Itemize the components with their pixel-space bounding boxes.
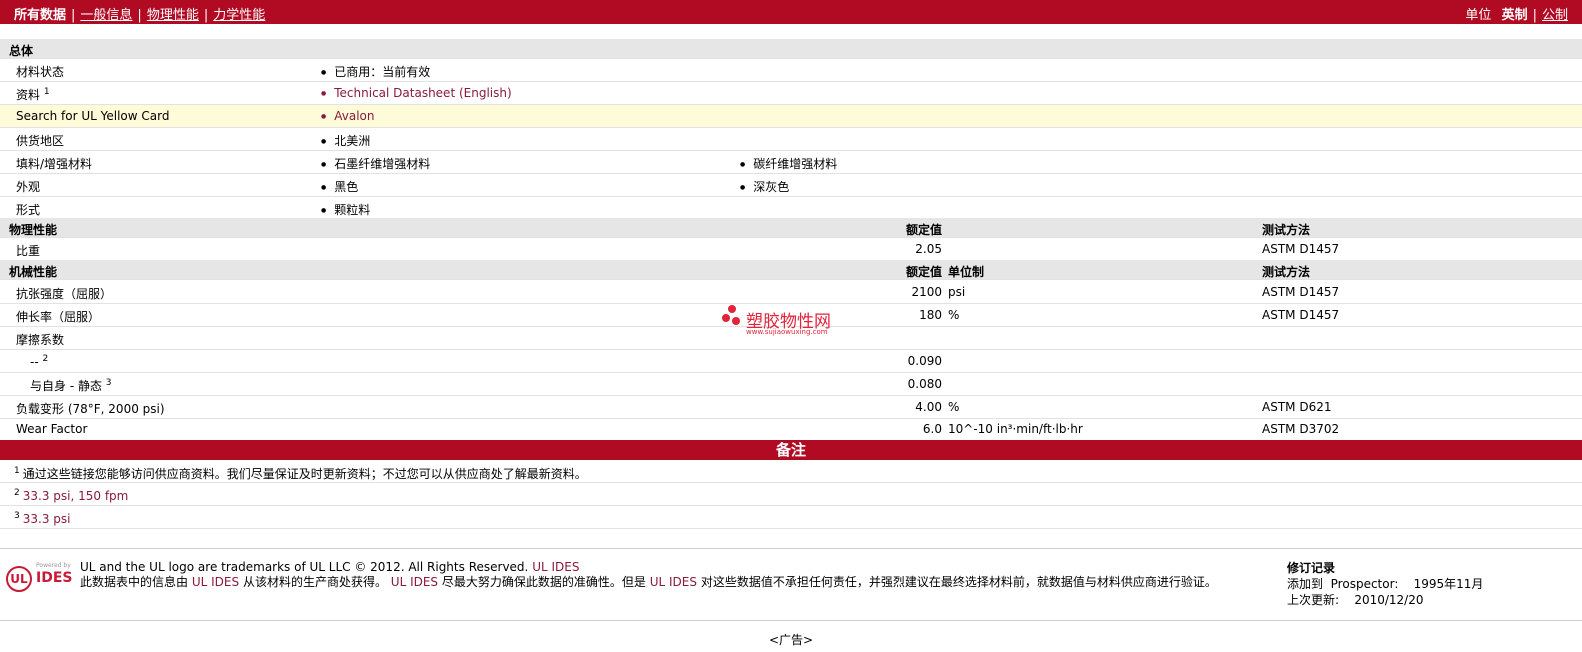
row-test: ASTM D3702: [1262, 422, 1340, 436]
row-appearance: 外观 黑色 深灰色: [0, 174, 1582, 197]
row-test: ASTM D1457: [1262, 242, 1340, 256]
col-header-value: 额定值: [905, 265, 942, 279]
col-header-test: 测试方法: [1262, 265, 1311, 279]
section-title: 物理性能: [9, 223, 58, 237]
revision-title: 修订记录: [1287, 561, 1336, 575]
row-value: 颗粒料: [321, 201, 370, 218]
tab-all-data[interactable]: 所有数据: [14, 8, 66, 23]
note-item: 2 33.3 psi, 150 fpm: [0, 483, 1582, 506]
row-friction-sub-2: 与自身 - 静态 3 0.080: [0, 373, 1582, 396]
row-label: 伸长率（屈服）: [16, 310, 101, 324]
ul-ides-logo: UL Powered by IDES: [6, 562, 72, 596]
section-general-header: 总体: [0, 39, 1582, 59]
units-label: 单位: [1465, 8, 1492, 23]
watermark-dots-icon: [722, 305, 742, 331]
row-value: 碳纤维增强材料: [740, 155, 837, 172]
row-unit: psi: [948, 285, 966, 299]
footnote-ref: 2: [42, 354, 49, 364]
row-friction-sub-1: -- 2 0.090: [0, 350, 1582, 373]
top-nav-bar: 所有数据 | 一般信息 | 物理性能 | 力学性能 单位 英制 | 公制: [0, 0, 1582, 24]
row-value: 2100: [911, 285, 942, 299]
row-label: -- 2: [30, 354, 49, 369]
ul-logo-icon: UL: [6, 566, 32, 592]
tab-physical[interactable]: 物理性能: [147, 8, 199, 23]
row-label: 填料/增强材料: [16, 157, 93, 171]
row-supply-region: 供货地区 北美洲: [0, 128, 1582, 151]
row-specific-gravity: 比重 2.05 ASTM D1457: [0, 238, 1582, 261]
tab-mechanical[interactable]: 力学性能: [213, 8, 265, 23]
section-title: 总体: [9, 44, 34, 58]
footer-divider: [0, 620, 1582, 621]
row-value: 石墨纤维增强材料: [321, 155, 430, 172]
row-label: 供货地区: [16, 134, 65, 148]
section-mechanical-header: 机械性能 额定值 单位制 测试方法: [0, 260, 1582, 280]
row-unit: %: [948, 308, 960, 322]
section-physical-header: 物理性能 额定值 测试方法: [0, 218, 1582, 238]
ul-ides-link[interactable]: UL IDES: [532, 560, 579, 574]
row-ul-yellow-card: Search for UL Yellow Card Avalon: [0, 105, 1582, 128]
row-label: 外观: [16, 180, 41, 194]
note-number: 2: [14, 488, 20, 498]
note-item: 3 33.3 psi: [0, 506, 1582, 529]
row-filler: 填料/增强材料 石墨纤维增强材料 碳纤维增强材料: [0, 151, 1582, 174]
col-header-value: 额定值: [905, 223, 942, 237]
row-unit: 10^-10 in³·min/ft·lb·hr: [948, 422, 1083, 436]
note-text: 33.3 psi: [22, 512, 71, 526]
row-value: 0.080: [907, 377, 942, 391]
row-value: 北美洲: [321, 132, 370, 149]
row-test: ASTM D1457: [1262, 308, 1340, 322]
note-item: 1 通过这些链接您能够访问供应商资料。我们尽量保证及时更新资料；不过您可以从供应商…: [0, 460, 1582, 483]
ad-placeholder: <广告>: [768, 633, 814, 647]
row-label: 材料状态: [16, 65, 65, 79]
row-value: 6.0: [922, 422, 942, 436]
row-label: Wear Factor: [16, 422, 88, 436]
row-label: Search for UL Yellow Card: [16, 109, 170, 123]
col-header-test: 测试方法: [1262, 223, 1311, 237]
row-value: 深灰色: [740, 178, 789, 195]
row-value: 已商用：当前有效: [321, 63, 430, 80]
site-watermark: 塑胶物性网 www.sujiaowuxing.com: [722, 303, 862, 343]
row-value: 4.00: [915, 400, 942, 414]
row-value: 180: [919, 308, 942, 322]
notes-header: 备注: [0, 440, 1582, 460]
datasheet-link[interactable]: Technical Datasheet (English): [321, 86, 511, 100]
footer-divider: [0, 548, 1582, 549]
footnote-ref: 1: [43, 87, 50, 97]
row-value: 黑色: [321, 178, 358, 195]
unit-metric-link[interactable]: 公制: [1542, 8, 1568, 23]
row-label: 比重: [16, 244, 41, 258]
footer-disclaimer: UL and the UL logo are trademarks of UL …: [80, 560, 1217, 589]
yellow-card-link[interactable]: Avalon: [321, 109, 374, 123]
row-unit: %: [948, 400, 960, 414]
row-value: 0.090: [907, 354, 942, 368]
unit-switcher: 单位 英制 | 公制: [1465, 8, 1568, 23]
row-wear-factor: Wear Factor 6.0 10^-10 in³·min/ft·lb·hr …: [0, 418, 1582, 441]
row-deformation: 负载变形 (78°F, 2000 psi) 4.00 % ASTM D621: [0, 396, 1582, 419]
row-tensile-strength: 抗张强度（屈服） 2100 psi ASTM D1457: [0, 281, 1582, 304]
row-value: 2.05: [915, 242, 942, 256]
data-tabs: 所有数据 | 一般信息 | 物理性能 | 力学性能: [14, 8, 266, 23]
revision-history: 修订记录 添加到 Prospector: 1995年11月 上次更新: 2010…: [1287, 561, 1484, 607]
col-header-unit: 单位制: [948, 265, 985, 279]
note-text: 33.3 psi, 150 fpm: [22, 489, 129, 503]
row-label: 资料 1: [16, 87, 50, 102]
row-datasheet: 资料 1 Technical Datasheet (English): [0, 82, 1582, 105]
tab-general-info[interactable]: 一般信息: [80, 8, 132, 23]
unit-imperial: 英制: [1501, 8, 1528, 23]
row-test: ASTM D1457: [1262, 285, 1340, 299]
row-label: 与自身 - 静态 3: [30, 378, 112, 393]
footnote-ref: 3: [105, 378, 112, 388]
row-label: 形式: [16, 203, 41, 217]
row-label: 负载变形 (78°F, 2000 psi): [16, 402, 165, 416]
row-label: 抗张强度（屈服）: [16, 287, 113, 301]
section-title: 机械性能: [9, 265, 58, 279]
row-label: 摩擦系数: [16, 333, 65, 347]
note-text: 通过这些链接您能够访问供应商资料。我们尽量保证及时更新资料；不过您可以从供应商处…: [22, 467, 587, 481]
note-number: 3: [14, 511, 20, 521]
row-form: 形式 颗粒料: [0, 197, 1582, 220]
row-material-status: 材料状态 已商用：当前有效: [0, 59, 1582, 82]
note-number: 1: [14, 466, 20, 476]
row-test: ASTM D621: [1262, 400, 1332, 414]
